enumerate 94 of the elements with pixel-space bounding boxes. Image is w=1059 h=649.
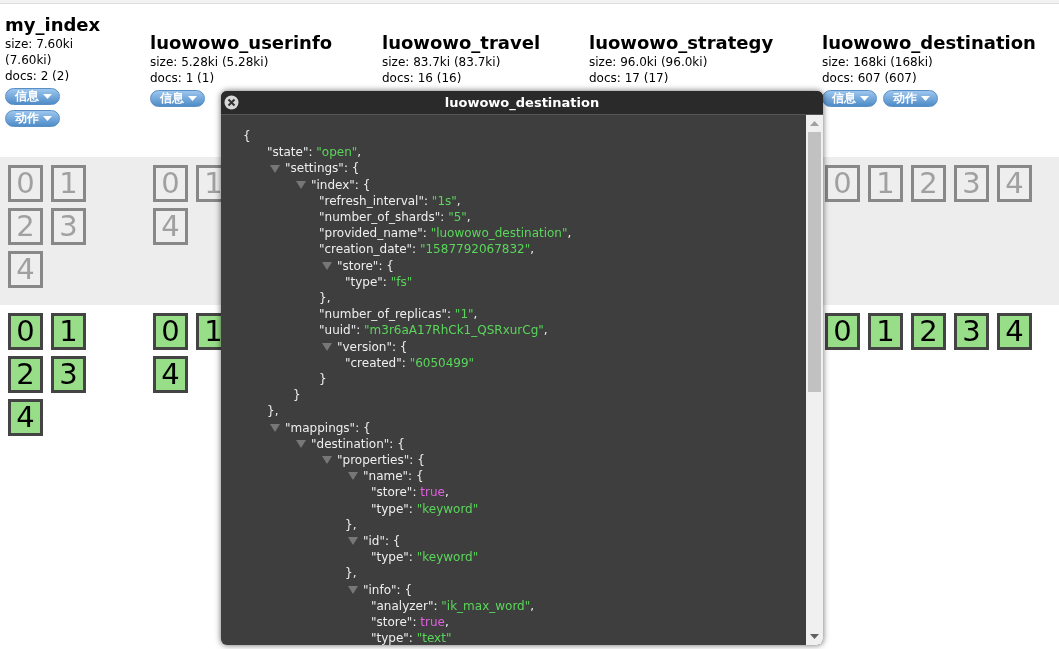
json-line: }, [319, 290, 332, 307]
collapse-triangle-icon[interactable] [296, 439, 306, 448]
json-line: "type": "keyword" [371, 500, 480, 517]
dropdown-button[interactable]: 信息 [822, 90, 877, 107]
shard[interactable]: 2 [911, 313, 946, 350]
json-line: }, [345, 516, 358, 534]
index-docs: docs: 607 (607) [822, 70, 917, 86]
collapse-triangle-icon[interactable] [348, 585, 358, 594]
shard[interactable]: 4 [153, 356, 188, 393]
index-docs: docs: 16 (16) [382, 70, 462, 86]
index-size: size: 96.0ki (96.0ki) [589, 54, 708, 70]
index-name: luowowo_destination [822, 32, 1036, 54]
json-line: }, [345, 565, 358, 582]
json-line: "store": { [337, 257, 394, 274]
json-line: "created": "6050499" [345, 354, 476, 372]
json-line: "name": { [363, 468, 424, 485]
index-name: my_index [5, 14, 101, 36]
shard[interactable]: 3 [954, 165, 989, 202]
collapse-triangle-icon[interactable] [348, 472, 358, 481]
shard[interactable]: 3 [51, 208, 86, 245]
caret-icon [188, 96, 197, 101]
json-line: "creation_date": "1587792067832", [319, 241, 536, 258]
caret-icon [921, 96, 930, 101]
shard[interactable]: 0 [825, 165, 860, 202]
scrollbar-thumb[interactable] [808, 132, 821, 392]
index-name: luowowo_travel [382, 32, 541, 54]
dropdown-button[interactable]: 信息 [150, 90, 205, 107]
shard[interactable]: 2 [8, 356, 43, 393]
index-docs: docs: 17 (17) [589, 70, 669, 86]
json-line: "destination": { [311, 435, 405, 453]
collapse-triangle-icon[interactable] [322, 342, 332, 351]
json-line: } [319, 371, 328, 388]
collapse-triangle-icon[interactable] [270, 423, 280, 432]
json-line: "settings": { [285, 160, 360, 177]
json-line: { [243, 128, 252, 145]
collapse-triangle-icon[interactable] [322, 456, 332, 465]
json-line: }, [267, 403, 280, 420]
json-line: "type": "keyword" [371, 549, 480, 566]
shard[interactable]: 3 [51, 356, 86, 393]
json-line: "id": { [363, 533, 401, 550]
close-icon[interactable] [224, 95, 239, 110]
dropdown-button[interactable]: 动作 [883, 90, 938, 107]
shard[interactable]: 0 [8, 313, 43, 350]
caret-icon [43, 116, 52, 121]
collapse-triangle-icon[interactable] [322, 261, 332, 270]
json-line: "number_of_shards": "5", [319, 209, 472, 226]
shard[interactable]: 4 [8, 399, 43, 436]
json-line: "index": { [311, 176, 371, 193]
json-line: "number_of_replicas": "1", [319, 306, 479, 323]
index-docs: docs: 1 (1) [150, 70, 215, 86]
collapse-triangle-icon[interactable] [296, 180, 306, 189]
json-line: "type": "text" [371, 630, 453, 645]
shard[interactable]: 1 [868, 313, 903, 350]
index-size: size: 7.60ki (7.60ki) [5, 36, 75, 68]
caret-icon [860, 96, 869, 101]
index-size: size: 83.7ki (83.7ki) [382, 54, 501, 70]
dropdown-button[interactable]: 动作 [5, 110, 60, 127]
index-size: size: 168ki (168ki) [822, 54, 933, 70]
shard[interactable]: 1 [51, 165, 86, 202]
shard[interactable]: 0 [825, 313, 860, 350]
shard[interactable]: 2 [911, 165, 946, 202]
shard[interactable]: 0 [8, 165, 43, 202]
json-line: "version": { [337, 338, 408, 355]
index-name: luowowo_userinfo [150, 32, 333, 54]
json-line: "info": { [363, 581, 413, 598]
dropdown-button[interactable]: 信息 [5, 88, 60, 105]
json-line: "store": true, [371, 614, 450, 631]
shard[interactable]: 4 [153, 208, 188, 245]
shard[interactable]: 0 [153, 165, 188, 202]
json-line: "analyzer": "ik_max_word", [371, 597, 536, 615]
index-size: size: 5.28ki (5.28ki) [150, 54, 269, 70]
json-line: "provided_name": "luowowo_destination", [319, 225, 573, 242]
collapse-triangle-icon[interactable] [348, 537, 358, 546]
shard[interactable]: 0 [153, 313, 188, 350]
json-line: "refresh_interval": "1s", [319, 192, 462, 209]
json-line: "state": "open", [267, 144, 363, 161]
shard[interactable]: 4 [997, 165, 1032, 202]
json-line: "uuid": "m3r6aA17RhCk1_QSRxurCg", [319, 322, 549, 339]
json-line: "type": "fs" [345, 273, 414, 291]
caret-icon [43, 94, 52, 99]
json-line: "mappings": { [285, 419, 371, 436]
shard[interactable]: 1 [51, 313, 86, 350]
shard[interactable]: 2 [8, 208, 43, 245]
index-docs: docs: 2 (2) [5, 68, 70, 84]
json-line: "store": true, [371, 484, 450, 501]
dialog-title: luowowo_destination [444, 95, 600, 110]
json-line: } [293, 387, 302, 404]
shard[interactable]: 4 [8, 251, 43, 288]
index-name: luowowo_strategy [589, 32, 774, 54]
shard[interactable]: 3 [954, 313, 989, 350]
collapse-triangle-icon[interactable] [270, 164, 280, 173]
json-line: "properties": { [337, 452, 425, 469]
shard[interactable]: 4 [997, 313, 1032, 350]
shard[interactable]: 1 [868, 165, 903, 202]
